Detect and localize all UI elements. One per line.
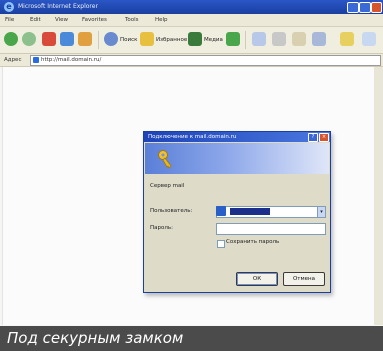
password-label: Пароль: (150, 225, 173, 231)
dialog-help-button[interactable]: ? (308, 133, 318, 142)
maximize-button[interactable] (359, 2, 371, 13)
chevron-down-icon[interactable]: ▾ (317, 207, 325, 217)
menu-tools[interactable]: Tools (125, 16, 139, 24)
media-button-label[interactable]: Медиа (204, 36, 223, 44)
messenger-icon[interactable] (340, 32, 354, 46)
search-button-label[interactable]: Поиск (120, 36, 137, 44)
key-icon (158, 150, 172, 169)
toolbar: Поиск Избранное Медиа (0, 27, 383, 54)
mail-icon[interactable] (252, 32, 266, 46)
screenshot-frame: e Microsoft Internet Explorer File Edit … (0, 0, 383, 351)
caption-bar: Под секурным замком (0, 326, 383, 351)
close-window-button[interactable] (371, 2, 382, 13)
address-input[interactable]: http://mail.domain.ru/ (30, 55, 381, 66)
edit-icon[interactable] (292, 32, 306, 46)
address-bar: Адрес http://mail.domain.ru/ (0, 54, 383, 67)
window-titlebar: e Microsoft Internet Explorer (0, 0, 383, 14)
user-avatar-icon (216, 206, 226, 216)
dialog-close-button[interactable]: × (319, 133, 329, 142)
discuss-icon[interactable] (312, 32, 326, 46)
dialog-title: Подключение к mail.domain.ru (148, 134, 237, 140)
stop-icon[interactable] (42, 32, 56, 46)
extra-tool-icon[interactable] (362, 32, 376, 46)
dialog-prompt: Сервер mail (150, 183, 185, 189)
dialog-titlebar: Подключение к mail.domain.ru ? × (144, 132, 330, 142)
remember-password-label: Сохранить пароль (226, 239, 280, 245)
media-icon[interactable] (188, 32, 202, 46)
menu-help[interactable]: Help (155, 16, 168, 24)
remember-password-checkbox[interactable] (217, 240, 225, 248)
password-field[interactable] (216, 223, 326, 235)
cancel-button[interactable]: Отмена (283, 272, 325, 286)
caption-text: Под секурным замком (7, 329, 184, 347)
refresh-icon[interactable] (60, 32, 74, 46)
print-icon[interactable] (272, 32, 286, 46)
search-icon[interactable] (104, 32, 118, 46)
toolbar-separator (245, 31, 246, 49)
home-icon[interactable] (78, 32, 92, 46)
menu-view[interactable]: View (55, 16, 68, 24)
page-icon (33, 57, 39, 63)
history-icon[interactable] (226, 32, 240, 46)
address-value: http://mail.domain.ru/ (41, 57, 102, 63)
login-dialog: Подключение к mail.domain.ru ? × Сервер … (143, 131, 331, 293)
favorites-button-label[interactable]: Избранное (156, 36, 187, 44)
forward-arrow-icon[interactable] (22, 32, 36, 46)
dialog-banner (145, 143, 329, 174)
window-title: Microsoft Internet Explorer (18, 3, 98, 10)
toolbar-separator (98, 31, 99, 49)
address-label: Адрес (4, 57, 22, 63)
user-value (230, 208, 270, 215)
back-arrow-icon[interactable] (4, 32, 18, 46)
menu-file[interactable]: File (5, 16, 14, 24)
browser-logo-icon: e (4, 2, 14, 12)
vertical-scrollbar[interactable] (374, 67, 383, 325)
minimize-button[interactable] (347, 2, 359, 13)
menu-bar: File Edit View Favorites Tools Help (0, 14, 383, 27)
menu-favorites[interactable]: Favorites (82, 16, 107, 24)
user-label: Пользователь: (150, 208, 193, 214)
menu-edit[interactable]: Edit (30, 16, 41, 24)
ok-button[interactable]: ОК (236, 272, 278, 286)
user-select[interactable]: ▾ (216, 206, 326, 218)
favorites-icon[interactable] (140, 32, 154, 46)
